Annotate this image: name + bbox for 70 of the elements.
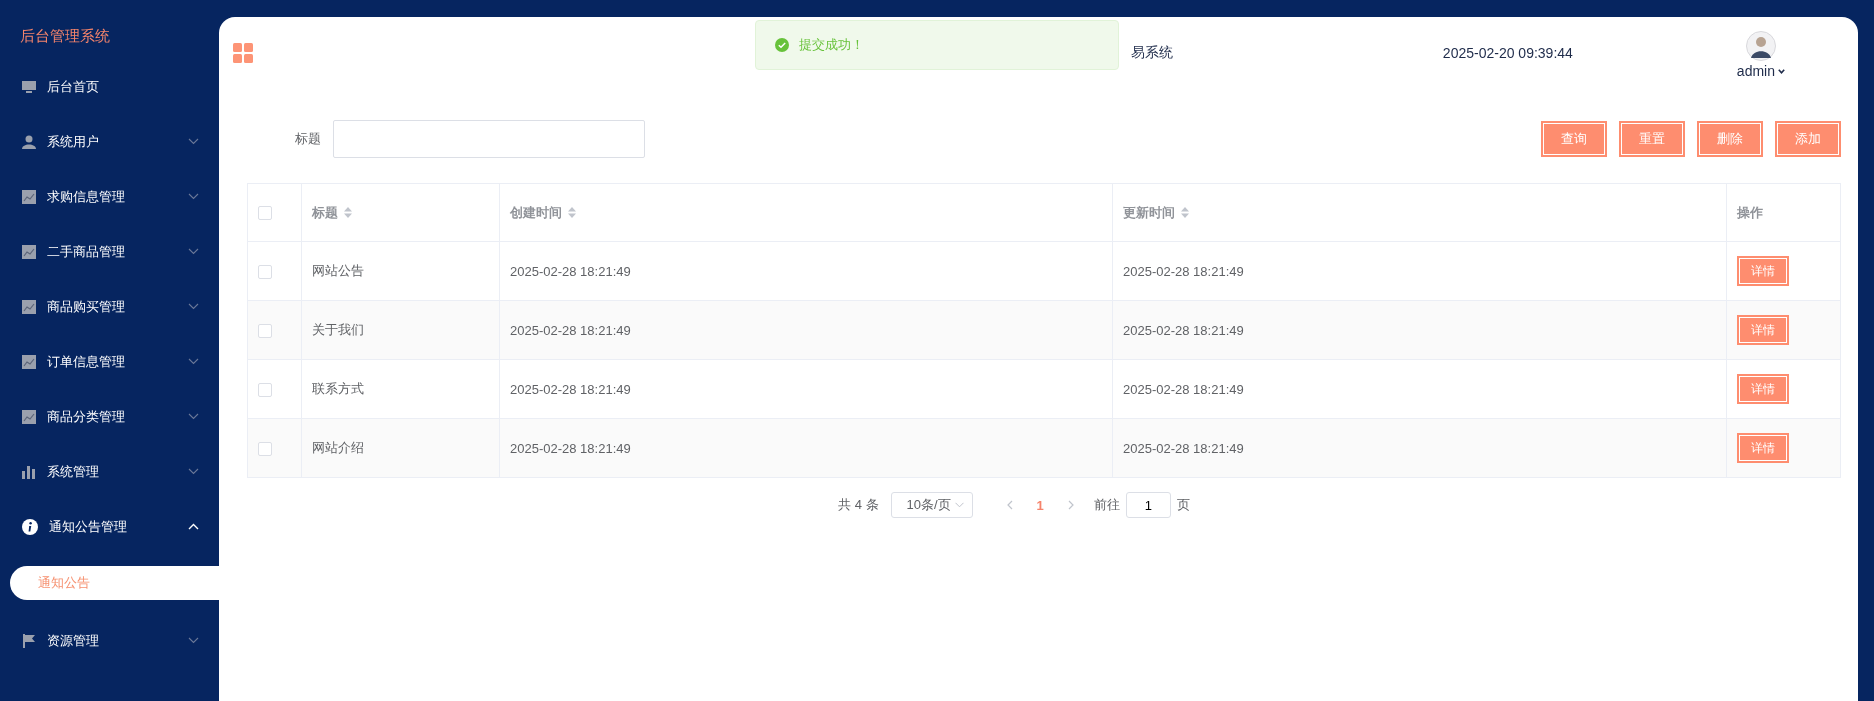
- previous-page-icon: [1006, 500, 1013, 510]
- table-cell: 2025-02-28 18:21:49: [510, 381, 631, 397]
- checkbox[interactable]: [258, 323, 272, 338]
- menu-label: 订单信息管理: [47, 352, 126, 371]
- table-cell: 2025-02-28 18:21:49: [1123, 322, 1244, 338]
- page-input[interactable]: 1: [1125, 492, 1171, 518]
- app-title: 后台管理系统: [19, 26, 111, 46]
- sidebar-item[interactable]: 订单信息管理: [0, 334, 219, 389]
- sidebar-item[interactable]: 通知公告管理: [0, 499, 219, 554]
- monitor-icon: [22, 79, 36, 94]
- table-cell: 2025-02-28 18:21:49: [1123, 381, 1244, 397]
- chart-icon: [22, 409, 36, 424]
- menu-label: 系统用户: [47, 132, 100, 151]
- input-field[interactable]: [333, 120, 645, 158]
- sidebar-item[interactable]: 系统管理: [0, 444, 219, 499]
- column-header: 操作: [1737, 203, 1763, 222]
- menu-label: 后台首页: [47, 77, 100, 96]
- menu-label: 二手商品管理: [47, 242, 126, 261]
- menu-label: 资源管理: [47, 631, 100, 650]
- table-cell: 2025-02-28 18:21:49: [1123, 440, 1244, 456]
- sidebar-item[interactable]: 二手商品管理: [0, 224, 219, 279]
- sidebar-item[interactable]: 资源管理: [0, 613, 219, 668]
- table-cell: 2025-02-28 18:21:49: [510, 322, 631, 338]
- table-cell: 2025-02-28 18:21:49: [510, 263, 631, 279]
- table-cell: 关于我们: [312, 322, 364, 337]
- toast-text: 提交成功！: [799, 36, 864, 54]
- menu-label: 求购信息管理: [47, 187, 126, 206]
- menu-label: 商品分类管理: [47, 407, 126, 426]
- page-size-select[interactable]: 10条/页: [890, 492, 973, 518]
- user-icon: [22, 134, 36, 149]
- system-title: 易系统: [1130, 44, 1173, 62]
- column-header: 创建时间: [510, 203, 562, 222]
- sidebar-item[interactable]: 商品分类管理: [0, 389, 219, 444]
- column-header: 更新时间: [1123, 203, 1175, 222]
- table-cell: 联系方式: [312, 381, 364, 396]
- goto-label: 前往: [1093, 496, 1120, 514]
- next-page-icon: [1067, 500, 1074, 510]
- chevron-icon: [954, 502, 964, 508]
- sidebar-item[interactable]: 商品购买管理: [0, 279, 219, 334]
- checkbox[interactable]: [258, 264, 272, 279]
- menu-label: 系统管理: [47, 462, 100, 481]
- page-suffix: 页: [1176, 496, 1190, 514]
- sidebar-item[interactable]: 求购信息管理: [0, 169, 219, 224]
- chart-icon: [22, 189, 36, 204]
- avatar: [1745, 31, 1776, 61]
- menu-label: 通知公告管理: [49, 517, 128, 536]
- table-cell: 2025-02-28 18:21:49: [1123, 263, 1244, 279]
- table-cell: 网站介绍: [312, 440, 364, 455]
- checkbox[interactable]: [258, 441, 272, 456]
- checkbox[interactable]: [258, 382, 272, 397]
- menu-label: 商品购买管理: [47, 297, 126, 316]
- flag-icon: [22, 633, 36, 648]
- chart-icon: [22, 299, 36, 314]
- checkbox[interactable]: [258, 206, 272, 221]
- chart-icon: [22, 354, 36, 369]
- field-label: 标题: [295, 130, 321, 148]
- table-cell: 2025-02-28 18:21:49: [510, 440, 631, 456]
- user-menu[interactable]: admin: [1736, 63, 1785, 79]
- caret-icon: [1778, 68, 1785, 74]
- sidebar-item[interactable]: 后台首页: [0, 59, 219, 114]
- grid-icon: [233, 43, 253, 63]
- datetime-text: 2025-02-20 09:39:44: [1442, 45, 1573, 61]
- success-icon: [775, 38, 789, 52]
- column-header: 标题: [312, 203, 338, 222]
- bar-chart-icon: [22, 464, 36, 479]
- chart-icon: [22, 244, 36, 259]
- info-icon: [22, 518, 38, 535]
- table-cell: 网站公告: [312, 263, 364, 278]
- sidebar-item[interactable]: 系统用户: [0, 114, 219, 169]
- total-count: 共 4 条: [838, 496, 879, 514]
